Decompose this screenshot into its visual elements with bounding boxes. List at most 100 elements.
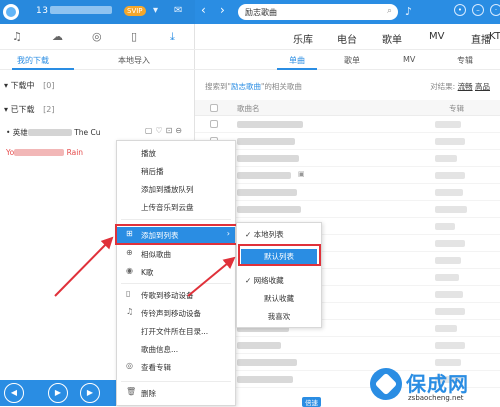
select-all-checkbox[interactable] (210, 104, 218, 112)
minimize-icon[interactable]: – (472, 4, 484, 16)
mic-icon: ◉ (126, 266, 133, 275)
listen-icon[interactable]: ♪ (405, 5, 412, 18)
result-query[interactable]: 励志歌曲 (231, 82, 261, 91)
table-row[interactable] (195, 116, 500, 133)
main-tabs: 乐库 电台 歌单 MV 直播 (195, 24, 500, 50)
menu-item-open-folder[interactable]: 打开文件所在目录... (117, 323, 235, 340)
subtab-mv[interactable]: MV (403, 55, 415, 64)
tab-ktv[interactable]: KT (489, 31, 500, 42)
song-title-prefix: Yo (6, 148, 15, 157)
menu-item-view-album[interactable]: ◎ 查看专辑 (117, 359, 235, 376)
subtab-songs[interactable]: 单曲 (289, 55, 305, 66)
add-to-list-submenu: ✓ 本地列表 默认列表 ✓ 网络收藏 默认收藏 我喜欢 (236, 222, 322, 328)
quality-smooth[interactable]: 流畅 (458, 82, 473, 91)
group-count: [2] (43, 105, 55, 114)
column-album: 专辑 (449, 104, 464, 113)
menu-item-my-like[interactable]: 我喜欢 (237, 311, 321, 322)
active-subtab-underline (277, 68, 317, 70)
row-checkbox[interactable] (210, 120, 218, 128)
menu-divider (121, 219, 231, 220)
active-tab-underline (12, 68, 74, 70)
list-item[interactable]: • 英雄 The Cu ▢♡⊡⊖ (0, 123, 195, 141)
sub-tabs: 单曲 歌单 MV 专辑 (195, 50, 500, 70)
music-note-icon[interactable]: ♫ (12, 30, 22, 43)
cloud-icon[interactable]: ☁ (52, 30, 63, 43)
sidebar-tabs: 我的下载 本地导入 (0, 50, 195, 70)
column-song: 歌曲名 (237, 104, 260, 113)
menu-item-karaoke[interactable]: ◉ K歌 (117, 264, 235, 281)
app-logo (3, 4, 19, 20)
group-label: 下载中 (10, 81, 35, 90)
group-downloaded[interactable]: ▾ 已下载 [2] (4, 104, 54, 115)
context-menu: 播放 稍后播 添加到播放队列 上传音乐到云盘 ⊞ 添加到列表 › ⊕ 相似歌曲 ◉ K歌… (116, 140, 236, 406)
menu-item-default-fav[interactable]: 默认收藏 (237, 293, 321, 304)
table-row[interactable] (195, 150, 500, 167)
menu-item-play-later[interactable]: 稍后播 (117, 163, 235, 180)
tab-local-import[interactable]: 本地导入 (118, 55, 150, 66)
table-row[interactable] (195, 133, 500, 150)
title-bar: 13 SVIP ▾ ✉ ‹ › 励志歌曲 ⌕ ♪ • – · (0, 0, 500, 24)
result-prefix: 搜索到 (205, 82, 228, 91)
search-input[interactable]: 励志歌曲 ⌕ (238, 4, 398, 20)
menu-item-label: 查看专辑 (141, 363, 171, 372)
main-panel: 乐库 电台 歌单 MV 直播 KT 单曲 歌单 MV 专辑 搜索到"励志歌曲"的… (195, 24, 500, 406)
menu-item-play[interactable]: 播放 (117, 145, 235, 162)
tab-playlist[interactable]: 歌单 (382, 31, 402, 46)
group-downloading[interactable]: ▾ 下载中 [0] (4, 80, 54, 91)
message-icon[interactable]: ✉ (174, 5, 182, 16)
menu-item-upload-cloud[interactable]: 上传音乐到云盘 (117, 199, 235, 216)
search-icon[interactable]: ⌕ (387, 6, 392, 16)
tab-mv[interactable]: MV (429, 31, 444, 42)
highlight-box-add-to-list (115, 224, 238, 245)
row-action-icons[interactable]: ▢♡⊡⊖ (145, 126, 185, 135)
menu-item-label: 添加到播放队列 (141, 185, 194, 194)
vip-badge[interactable]: SVIP (124, 6, 146, 16)
tab-live[interactable]: 直播 (471, 31, 491, 46)
table-row[interactable]: ▣ (195, 167, 500, 184)
group-count: [0] (43, 81, 55, 90)
skin-icon[interactable]: ▾ (153, 5, 158, 16)
quality-filter: 对结果: 流畅 高品 (430, 81, 490, 92)
song-title: • 英雄 The Cu (6, 127, 101, 138)
menu-item-similar[interactable]: ⊕ 相似歌曲 (117, 246, 235, 263)
subtab-albums[interactable]: 专辑 (457, 55, 473, 66)
prev-icon[interactable]: ◀ (4, 383, 24, 403)
quality-high[interactable]: 高品 (475, 82, 490, 91)
play-icon[interactable]: ▶ (48, 383, 68, 403)
quality-label: 对结果: (430, 82, 456, 91)
table-row[interactable] (195, 337, 500, 354)
back-icon[interactable]: ‹ (201, 3, 206, 17)
bell-icon: ♫ (126, 307, 134, 316)
tab-my-downloads[interactable]: 我的下载 (17, 55, 49, 66)
menu-item-label: 相似歌曲 (141, 250, 171, 259)
table-row[interactable] (195, 201, 500, 218)
tab-library[interactable]: 乐库 (293, 31, 313, 46)
hq-icon: ▣ (298, 170, 305, 178)
search-query: 励志歌曲 (245, 8, 277, 17)
table-row[interactable] (195, 184, 500, 201)
net-fav-header: ✓ 网络收藏 (245, 276, 284, 285)
menu-item-label: 删除 (141, 389, 156, 398)
similar-icon: ⊕ (126, 248, 133, 257)
menu-item-add-queue[interactable]: 添加到播放队列 (117, 181, 235, 198)
account-area: 13 SVIP ▾ ✉ (0, 0, 195, 24)
menu-item-send-ringtone[interactable]: ♫ 传铃声到移动设备 (117, 305, 235, 322)
account-name[interactable]: 13 (36, 6, 113, 16)
menu-item-label: 传歌到移动设备 (141, 291, 194, 300)
menu-item-delete[interactable]: 🗑 删除 (117, 385, 235, 402)
result-suffix: 的相关歌曲 (264, 82, 302, 91)
table-header: 歌曲名 专辑 (195, 100, 500, 116)
more-icon[interactable]: · (490, 4, 500, 16)
menu-item-label: 稍后播 (141, 167, 164, 176)
menu-item-send-device[interactable]: ▯ 传歌到移动设备 (117, 287, 235, 304)
tab-radio[interactable]: 电台 (337, 31, 357, 46)
subtab-playlists[interactable]: 歌单 (344, 55, 360, 66)
settings-icon[interactable]: • (454, 4, 466, 16)
menu-item-song-info[interactable]: 歌曲信息... (117, 341, 235, 358)
radio-icon[interactable]: ◎ (92, 30, 102, 43)
song-title-suffix: The Cu (74, 128, 101, 137)
download-icon[interactable]: ⤓ (170, 30, 175, 44)
next-icon[interactable]: ▶ (80, 383, 100, 403)
forward-icon[interactable]: › (220, 3, 225, 17)
device-icon[interactable]: ▯ (131, 30, 137, 43)
